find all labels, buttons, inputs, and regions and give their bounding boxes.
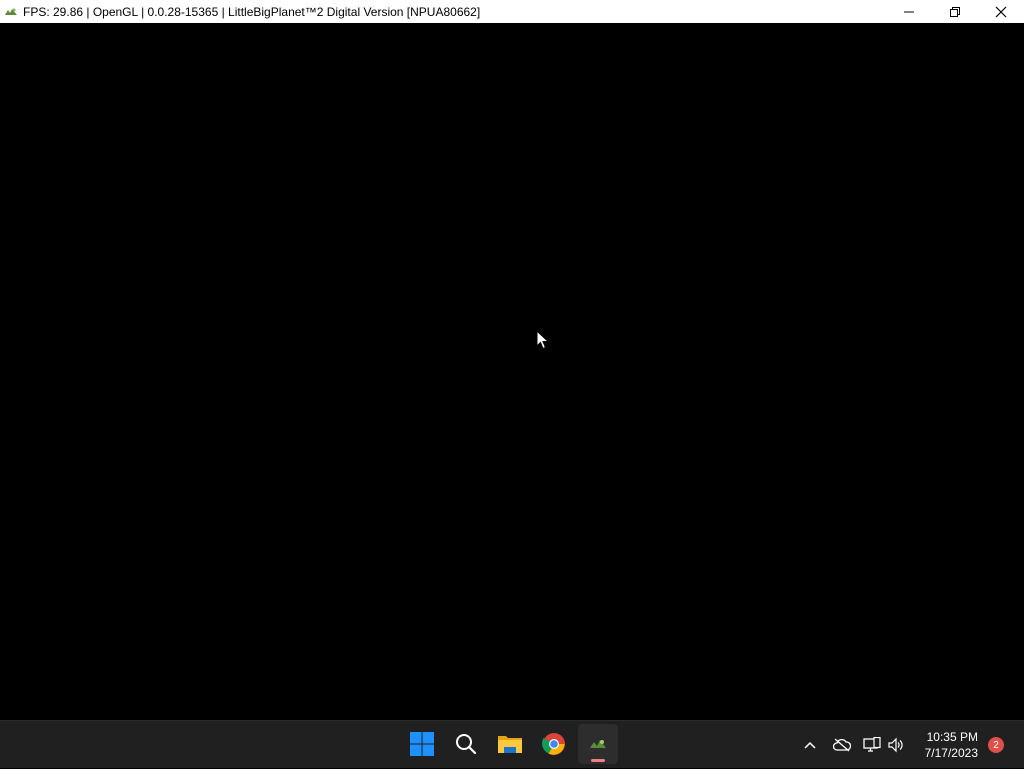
- onedrive-tray-button[interactable]: [830, 729, 854, 761]
- active-indicator: [591, 759, 605, 762]
- network-tray-button[interactable]: [860, 729, 884, 761]
- network-icon: [863, 737, 881, 752]
- show-hidden-icons-button[interactable]: [798, 729, 822, 761]
- clock-button[interactable]: 10:35 PM 7/17/2023: [914, 729, 978, 761]
- start-button[interactable]: [402, 724, 442, 764]
- search-icon: [456, 734, 477, 755]
- chrome-button[interactable]: [534, 724, 574, 764]
- rpcs3-taskbar-button[interactable]: [578, 724, 618, 764]
- game-viewport[interactable]: [0, 23, 1024, 720]
- folder-icon: [498, 736, 522, 753]
- minimize-button[interactable]: [886, 0, 932, 23]
- rpcs3-icon: [3, 4, 19, 20]
- taskbar: 10:35 PM 7/17/2023 2: [0, 720, 1024, 768]
- file-explorer-button[interactable]: [490, 724, 530, 764]
- close-button[interactable]: [978, 0, 1024, 23]
- window-title: FPS: 29.86 | OpenGL | 0.0.28-15365 | Lit…: [23, 4, 481, 19]
- search-button[interactable]: [446, 724, 486, 764]
- restore-button[interactable]: [932, 0, 978, 23]
- clock-time: 10:35 PM: [926, 730, 978, 744]
- volume-tray-button[interactable]: [884, 729, 908, 761]
- notification-badge[interactable]: 2: [988, 737, 1004, 753]
- onedrive-icon: [833, 738, 851, 752]
- window-titlebar[interactable]: FPS: 29.86 | OpenGL | 0.0.28-15365 | Lit…: [0, 0, 1024, 23]
- close-icon: [995, 6, 1007, 17]
- chrome-icon: [542, 733, 565, 755]
- restore-icon: [950, 6, 960, 17]
- rpcs3-icon: [590, 740, 606, 748]
- chevron-up-icon: [804, 741, 816, 749]
- volume-icon: [888, 737, 903, 753]
- clock-date: 7/17/2023: [924, 746, 978, 760]
- minimize-icon: [904, 11, 914, 12]
- mouse-cursor-icon: [536, 329, 550, 355]
- windows-start-icon: [410, 732, 434, 756]
